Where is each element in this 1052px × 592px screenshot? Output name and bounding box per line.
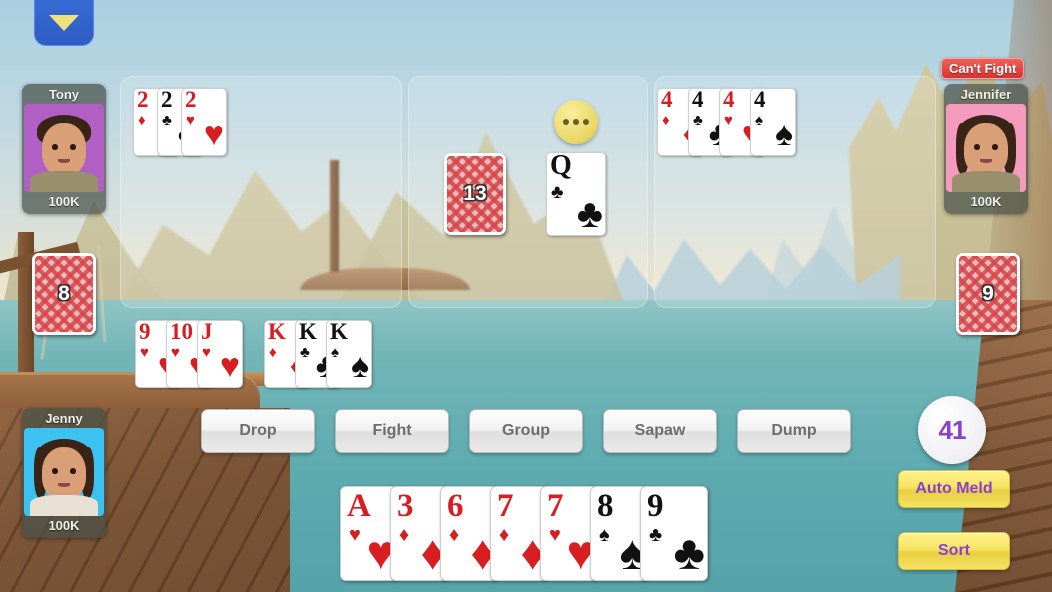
- card-suit-small: ♦: [399, 524, 410, 546]
- card-suit-large: ♣: [673, 527, 706, 580]
- card-rank: 7: [497, 488, 514, 524]
- card-rank: 7: [547, 488, 564, 524]
- card-suit-small: ♦: [662, 112, 670, 129]
- card-suit-small: ♠: [331, 344, 339, 361]
- card-suit-small: ♣: [162, 112, 172, 129]
- card-J-♥[interactable]: J ♥ ♥: [197, 320, 243, 388]
- status-badge-jennifer: Can't Fight: [941, 58, 1025, 79]
- card-suit-small: ♥: [186, 112, 195, 129]
- discard-pile-card[interactable]: Q ♣ ♣: [546, 152, 606, 236]
- player-hand-count-tony: 8: [32, 253, 96, 335]
- game-screen: Tony 100K 8 Can't Fight Jennifer 100K 9 …: [0, 0, 1052, 592]
- player-hand-count-jennifer: 9: [956, 253, 1020, 335]
- card-rank: 4: [692, 88, 704, 112]
- player-name-jennifer: Jennifer: [960, 87, 1012, 102]
- card-suit-small: ♥: [549, 524, 561, 546]
- action-button-dump[interactable]: Dump: [737, 409, 851, 453]
- sort-button[interactable]: Sort: [898, 532, 1010, 570]
- score-display: 41: [918, 396, 986, 464]
- card-rank: 4: [661, 88, 673, 112]
- chevron-down-icon: [49, 15, 79, 31]
- avatar-tony: [24, 104, 104, 192]
- card-4-♠[interactable]: 4 ♠ ♠: [750, 88, 796, 156]
- hand-count-label: 9: [982, 282, 994, 305]
- card-suit-small: ♠: [599, 524, 610, 546]
- player-name-tony: Tony: [48, 87, 80, 102]
- dot-3: [583, 119, 589, 125]
- card-2-♥[interactable]: 2 ♥ ♥: [181, 88, 227, 156]
- card-suit-small: ♦: [269, 344, 277, 361]
- card-suit-small: ♣: [300, 344, 310, 361]
- dot-1: [563, 119, 569, 125]
- card-rank: K: [330, 320, 348, 344]
- draw-deck[interactable]: 13: [444, 153, 506, 235]
- card-suit-large: ♥: [219, 347, 240, 385]
- card-suit-small: ♣: [693, 112, 703, 129]
- card-rank: 9: [139, 320, 151, 344]
- card-rank: J: [201, 320, 213, 344]
- card-suit-small: ♦: [499, 524, 510, 546]
- hand-count-label: 8: [58, 282, 70, 305]
- player-chips-jennifer: 100K: [970, 194, 1002, 209]
- action-button-group[interactable]: Group: [469, 409, 583, 453]
- card-suit-large: ♥: [203, 115, 224, 153]
- card-suit-small: ♠: [755, 112, 763, 129]
- card-rank: 9: [647, 488, 664, 524]
- card-suit-small: ♦: [449, 524, 460, 546]
- card-rank: 6: [447, 488, 464, 524]
- card-rank: Q: [550, 152, 572, 181]
- card-rank: 2: [161, 88, 173, 112]
- card-rank: K: [299, 320, 317, 344]
- player-name-jenny: Jenny: [45, 411, 83, 426]
- avatar-jennifer: [946, 104, 1026, 192]
- card-rank: 2: [137, 88, 149, 112]
- thinking-indicator: [554, 100, 598, 144]
- card-suit-large: ♠: [350, 347, 369, 385]
- card-suit-small: ♥: [202, 344, 211, 361]
- card-rank: 2: [185, 88, 197, 112]
- auto-meld-button[interactable]: Auto Meld: [898, 470, 1010, 508]
- player-panel-tony[interactable]: Tony 100K: [22, 84, 106, 214]
- action-button-sapaw[interactable]: Sapaw: [603, 409, 717, 453]
- card-rank: 8: [597, 488, 614, 524]
- avatar-jenny: [24, 428, 104, 516]
- hand-card-9-♣[interactable]: 9 ♣ ♣: [640, 486, 708, 581]
- card-rank: K: [268, 320, 286, 344]
- card-rank: 4: [723, 88, 735, 112]
- player-panel-jennifer[interactable]: Jennifer 100K: [944, 84, 1028, 214]
- player-chips-tony: 100K: [48, 194, 80, 209]
- card-suit-small: ♦: [138, 112, 146, 129]
- card-suit-small: ♥: [349, 524, 361, 546]
- card-suit-small: ♣: [649, 524, 663, 546]
- player-chips-jenny: 100K: [48, 518, 80, 533]
- menu-dropdown-button[interactable]: [34, 0, 94, 46]
- action-button-fight[interactable]: Fight: [335, 409, 449, 453]
- card-rank: A: [347, 488, 371, 524]
- card-rank: 10: [170, 320, 193, 344]
- card-rank: 3: [397, 488, 414, 524]
- player-panel-jenny[interactable]: Jenny 100K: [22, 408, 106, 538]
- action-button-drop[interactable]: Drop: [201, 409, 315, 453]
- deck-count-label: 13: [463, 182, 487, 205]
- dot-2: [573, 119, 579, 125]
- card-suit-small: ♥: [140, 344, 149, 361]
- card-suit-small: ♥: [724, 112, 733, 129]
- card-suit-large: ♣: [576, 192, 603, 236]
- card-K-♠[interactable]: K ♠ ♠: [326, 320, 372, 388]
- card-suit-large: ♠: [774, 115, 793, 153]
- card-rank: 4: [754, 88, 766, 112]
- card-suit-small: ♣: [551, 182, 564, 203]
- card-suit-small: ♥: [171, 344, 180, 361]
